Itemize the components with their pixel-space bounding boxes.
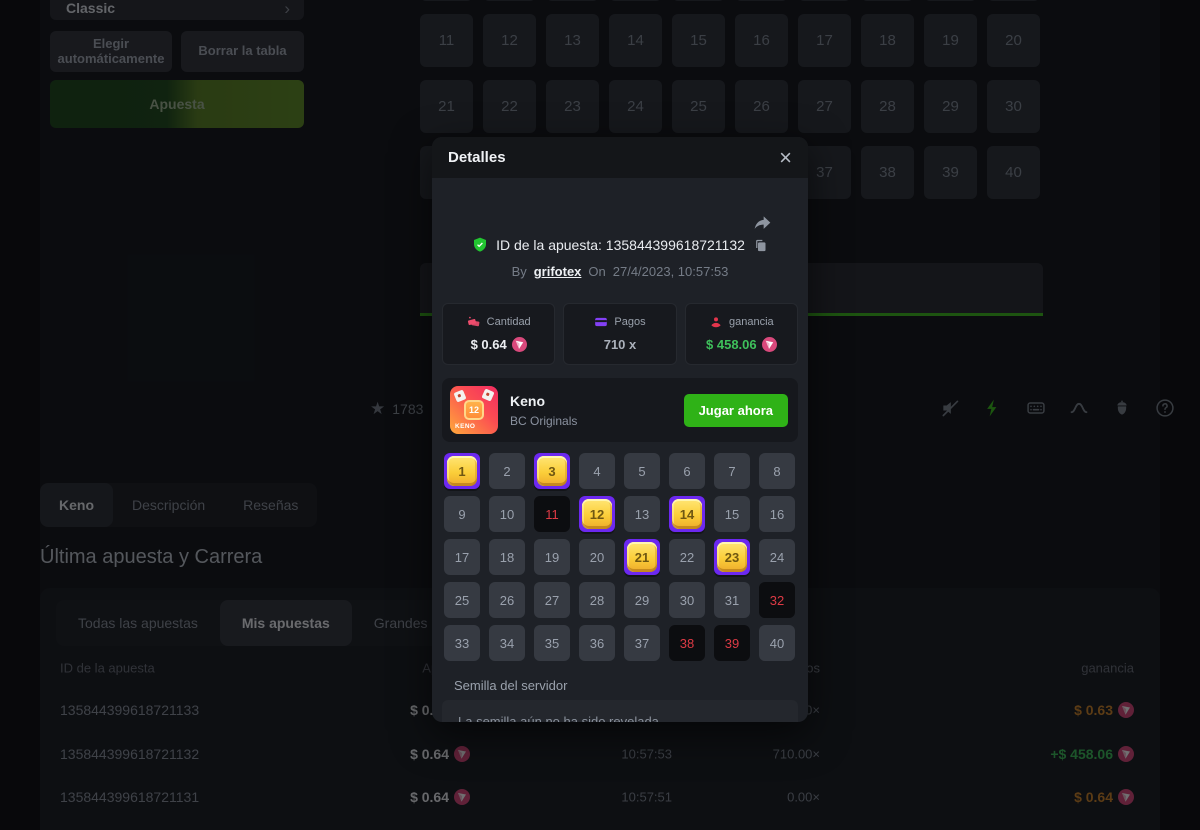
result-grid-cell: 30 (669, 582, 705, 618)
result-grid-cell: 3 (534, 453, 570, 489)
server-seed-field[interactable]: La semilla aún no ha sido revelada (442, 700, 798, 722)
result-grid-cell: 19 (534, 539, 570, 575)
server-seed-label: Semilla del servidor (454, 678, 567, 693)
page-root: Classic › Elegir automáticamente Borrar … (0, 0, 1200, 830)
on-label: On (588, 264, 605, 279)
result-grid-cell: 22 (669, 539, 705, 575)
stat-payout-value: 710 x (604, 337, 637, 352)
amount-icon (467, 315, 481, 329)
result-grid-cell: 12 (579, 496, 615, 532)
result-grid-cell: 6 (669, 453, 705, 489)
bet-stats-row: Cantidad $ 0.64 Pagos 710 x ganancia $ 4… (442, 303, 798, 365)
result-grid-cell: 5 (624, 453, 660, 489)
result-grid-cell: 38 (669, 625, 705, 661)
result-grid-cell: 7 (714, 453, 750, 489)
result-grid-cell: 14 (669, 496, 705, 532)
keno-icon-word: KENO (455, 423, 475, 430)
modal-title: Detalles (448, 149, 506, 166)
stat-amount-value: $ 0.64 (471, 337, 507, 352)
result-grid-cell: 4 (579, 453, 615, 489)
game-name: Keno (510, 393, 577, 409)
stat-payout: Pagos 710 x (563, 303, 676, 365)
trx-coin-icon (762, 337, 777, 352)
result-grid-cell: 25 (444, 582, 480, 618)
result-grid-cell: 11 (534, 496, 570, 532)
close-icon[interactable]: × (779, 148, 792, 168)
keno-icon-number: 12 (464, 400, 484, 420)
result-grid: 1234567891011121314151617181920212223242… (444, 453, 795, 661)
game-card: 12 KENO Keno BC Originals Jugar ahora (442, 378, 798, 442)
result-grid-cell: 28 (579, 582, 615, 618)
result-grid-cell: 37 (624, 625, 660, 661)
result-grid-cell: 29 (624, 582, 660, 618)
result-grid-cell: 9 (444, 496, 480, 532)
copy-icon[interactable] (753, 238, 768, 253)
result-grid-cell: 20 (579, 539, 615, 575)
bet-id-row: ID de la apuesta: 135844399618721132 (432, 237, 808, 253)
by-label: By (512, 264, 527, 279)
result-grid-cell: 36 (579, 625, 615, 661)
result-grid-cell: 32 (759, 582, 795, 618)
result-grid-cell: 23 (714, 539, 750, 575)
keno-game-icon: 12 KENO (450, 386, 498, 434)
trx-coin-icon (512, 337, 527, 352)
result-grid-cell: 10 (489, 496, 525, 532)
result-grid-cell: 34 (489, 625, 525, 661)
result-grid-cell: 13 (624, 496, 660, 532)
result-grid-cell: 16 (759, 496, 795, 532)
result-grid-cell: 27 (534, 582, 570, 618)
bet-meta-row: By grifotex On 27/4/2023, 10:57:53 (432, 264, 808, 279)
result-grid-cell: 35 (534, 625, 570, 661)
result-grid-cell: 2 (489, 453, 525, 489)
share-icon[interactable] (752, 213, 772, 233)
stat-amount-label: Cantidad (487, 316, 531, 328)
play-now-button[interactable]: Jugar ahora (684, 394, 788, 427)
result-grid-cell: 21 (624, 539, 660, 575)
stat-profit: ganancia $ 458.06 (685, 303, 798, 365)
result-grid-cell: 39 (714, 625, 750, 661)
result-grid-cell: 8 (759, 453, 795, 489)
result-grid-cell: 24 (759, 539, 795, 575)
result-grid-cell: 18 (489, 539, 525, 575)
game-provider: BC Originals (510, 414, 577, 428)
bet-id-text: ID de la apuesta: 135844399618721132 (496, 237, 745, 253)
stat-profit-label: ganancia (729, 316, 774, 328)
verified-shield-icon (472, 237, 488, 253)
username-link[interactable]: grifotex (534, 264, 582, 279)
stat-amount: Cantidad $ 0.64 (442, 303, 555, 365)
server-seed-value: La semilla aún no ha sido revelada (458, 714, 659, 723)
bet-datetime: 27/4/2023, 10:57:53 (613, 264, 729, 279)
result-grid-cell: 33 (444, 625, 480, 661)
result-grid-cell: 31 (714, 582, 750, 618)
profit-icon (709, 315, 723, 329)
result-grid-cell: 1 (444, 453, 480, 489)
stat-payout-label: Pagos (614, 316, 645, 328)
payouts-icon (594, 315, 608, 329)
bet-details-modal: Detalles × ID de la apuesta: 13584439961… (432, 137, 808, 722)
result-grid-cell: 26 (489, 582, 525, 618)
stat-profit-value: $ 458.06 (706, 337, 757, 352)
result-grid-cell: 15 (714, 496, 750, 532)
result-grid-cell: 17 (444, 539, 480, 575)
modal-header: Detalles × (432, 137, 808, 178)
result-grid-cell: 40 (759, 625, 795, 661)
